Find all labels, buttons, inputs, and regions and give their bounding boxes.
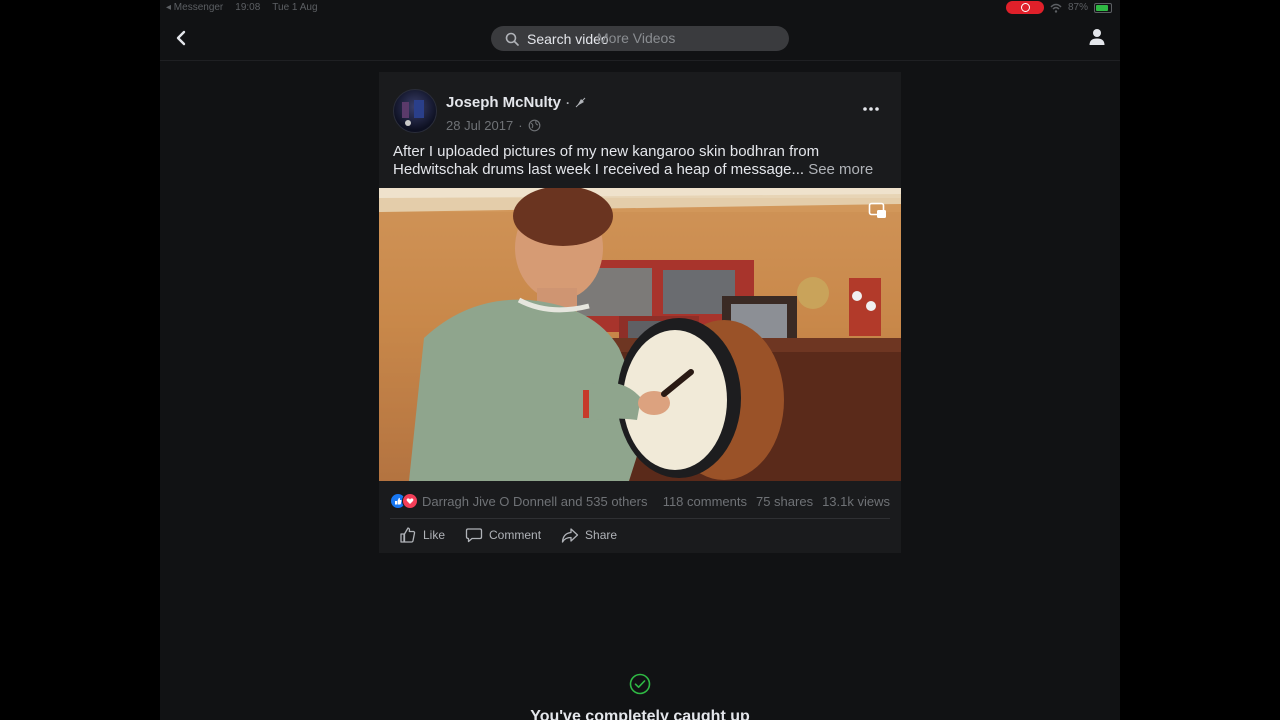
video-frame [379, 188, 901, 481]
engagement-stats: Darragh Jive O Donnell and 535 others 11… [390, 492, 890, 510]
post-text: After I uploaded pictures of my new kang… [393, 143, 893, 179]
wifi-icon [1050, 3, 1062, 13]
share-icon [561, 528, 579, 543]
video-player[interactable] [379, 188, 901, 481]
search-input[interactable]: Search video More Videos [491, 26, 789, 51]
top-bar: Search video More Videos [160, 16, 1120, 61]
more-horizontal-icon [863, 107, 879, 111]
back-button[interactable] [170, 26, 194, 50]
check-circle-icon [629, 673, 651, 695]
views-count: 13.1k views [822, 493, 890, 509]
back-to-app-link[interactable]: ◂ Messenger [166, 2, 223, 13]
separator-dot: · [566, 95, 571, 110]
search-ghost-title: More Videos [597, 30, 676, 46]
share-label: Share [585, 528, 618, 542]
status-date: Tue 1 Aug [272, 2, 318, 13]
app-screen: ◂ Messenger 19:08 Tue 1 Aug 87% Search v… [160, 0, 1120, 720]
globe-icon [528, 119, 540, 132]
post-caption: After I uploaded pictures of my new kang… [393, 143, 820, 178]
thumbs-up-icon [400, 527, 416, 543]
post-meta: 28 Jul 2017 · [446, 118, 541, 133]
divider [390, 518, 890, 519]
love-reaction-icon [402, 493, 418, 509]
battery-fill [1096, 4, 1108, 11]
author-name[interactable]: Joseph McNulty [446, 94, 561, 111]
picture-in-picture-icon [868, 202, 886, 218]
share-button[interactable]: Share [561, 526, 617, 544]
comment-button[interactable]: Comment [465, 526, 541, 544]
status-bar-right: 87% [1005, 1, 1112, 14]
battery-percent: 87% [1067, 2, 1088, 13]
more-options-button[interactable] [861, 102, 881, 116]
person-icon [1089, 29, 1105, 45]
post-actions: Like Comment Share [399, 526, 617, 544]
video-post-card: Joseph McNulty · 28 Jul 2017 · After I u [379, 72, 901, 553]
comment-label: Comment [489, 528, 542, 542]
shares-count[interactable]: 75 shares [756, 494, 813, 509]
caught-up-message: You've completely caught up [530, 708, 750, 720]
post-date[interactable]: 28 Jul 2017 [446, 118, 513, 133]
comment-icon [465, 528, 483, 543]
post-author[interactable]: Joseph McNulty · [446, 94, 586, 111]
see-more-link[interactable]: See more [808, 161, 873, 178]
status-time: 19:08 [235, 2, 261, 13]
status-bar-left: ◂ Messenger 19:08 Tue 1 Aug [166, 2, 318, 13]
profile-button[interactable] [1086, 26, 1108, 48]
like-button[interactable]: Like [399, 526, 445, 544]
reactions-summary[interactable]: Darragh Jive O Donnell and 535 others [422, 494, 647, 509]
screen-recording-icon[interactable] [1005, 1, 1044, 14]
search-icon [505, 32, 519, 46]
author-avatar[interactable] [393, 89, 437, 133]
status-bar: ◂ Messenger 19:08 Tue 1 Aug 87% [160, 0, 1120, 16]
follow-icon[interactable] [575, 97, 586, 108]
separator-dot: · [518, 118, 523, 133]
battery-icon [1094, 2, 1112, 13]
reaction-icons[interactable] [390, 493, 418, 509]
like-label: Like [423, 528, 446, 542]
picture-in-picture-button[interactable] [868, 202, 888, 220]
avatar-image [402, 100, 424, 126]
chevron-left-icon [176, 30, 186, 46]
comments-count[interactable]: 118 comments [663, 494, 747, 509]
engagement-counts: 118 comments 75 shares 13.1k views [663, 494, 890, 509]
